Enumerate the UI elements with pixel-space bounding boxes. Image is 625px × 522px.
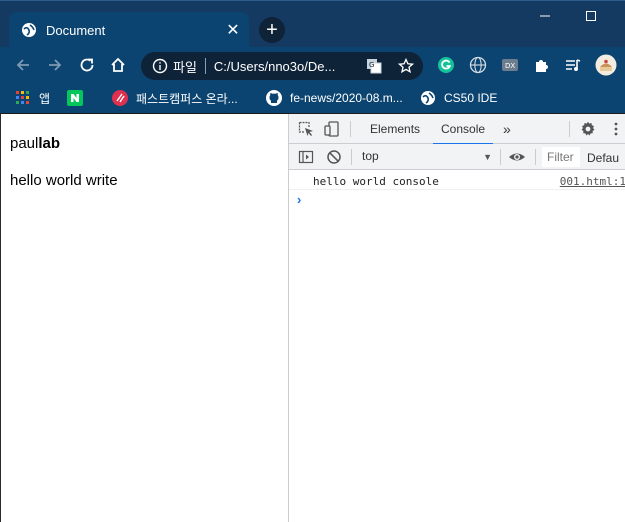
globe-icon (21, 22, 37, 38)
log-levels-dropdown[interactable]: Defau (587, 151, 619, 165)
reload-button[interactable] (75, 53, 99, 77)
live-expression-eye-icon[interactable] (508, 148, 526, 166)
page-text-bold: lab (38, 135, 61, 152)
back-button[interactable] (11, 53, 35, 77)
toolbar-separator (351, 149, 352, 165)
device-toolbar-icon[interactable] (323, 120, 341, 138)
page-written-text: hello world write (10, 172, 118, 189)
close-icon[interactable]: ✕ (223, 20, 243, 40)
address-url[interactable]: C:/Users/nno3o/De... (214, 59, 354, 74)
bookmark-naver[interactable] (67, 89, 91, 107)
title-bar-stripe (0, 0, 625, 1)
bookmark-fastcampus[interactable]: 패스트캠퍼스 온라... (112, 89, 238, 107)
console-prompt-caret[interactable]: › (297, 192, 301, 207)
forward-button[interactable] (43, 53, 67, 77)
fastcampus-icon (112, 90, 128, 106)
toolbar-separator (350, 121, 351, 137)
extension-globe-icon[interactable] (468, 55, 488, 75)
address-bar[interactable]: 파일 C:/Users/nno3o/De... G (141, 52, 423, 80)
toolbar-separator (500, 149, 501, 165)
maximize-button[interactable] (568, 6, 614, 26)
bookmark-cs50[interactable]: CS50 IDE (420, 89, 497, 107)
extensions-puzzle-icon[interactable] (532, 55, 552, 75)
profile-avatar-icon[interactable] (594, 53, 618, 77)
info-icon[interactable] (152, 58, 168, 74)
toolbar-separator (535, 149, 536, 165)
extension-grammarly-icon[interactable] (436, 55, 456, 75)
page-heading-text: paullab (10, 135, 60, 152)
console-source-link[interactable]: 001.html:1 (560, 175, 625, 188)
context-selector[interactable]: top ▼ (362, 149, 492, 165)
console-filter-input[interactable]: Filter (542, 147, 580, 167)
toolbar-separator (569, 121, 570, 137)
media-queue-icon[interactable] (563, 55, 583, 75)
devtools-panel: Elements Console » top ▼ Filter Defau he… (288, 114, 625, 522)
minimize-button[interactable] (522, 6, 568, 26)
page-text-normal: paul (10, 135, 39, 152)
context-value: top (362, 149, 379, 163)
console-message: hello world console (313, 175, 439, 188)
home-button[interactable] (106, 53, 130, 77)
bookmark-apps[interactable]: 앱 (15, 89, 50, 107)
console-toolbar: top ▼ Filter Defau (289, 144, 625, 170)
naver-icon (67, 90, 83, 106)
tab-elements[interactable]: Elements (370, 114, 420, 144)
bookmark-label: CS50 IDE (444, 91, 498, 105)
address-scheme-chip: 파일 (173, 59, 197, 75)
bookmarks-bar: 앱 패스트캠퍼스 온라... fe-news/2020-08.m... CS50… (0, 83, 625, 113)
bookmark-label: 앱 (39, 91, 51, 106)
bookmark-label: fe-news/2020-08.m... (290, 91, 403, 105)
svg-text:DX: DX (505, 62, 515, 70)
kebab-menu-icon[interactable] (607, 120, 625, 138)
address-divider (204, 58, 206, 74)
tab-console[interactable]: Console (432, 114, 494, 145)
bookmark-fe-news[interactable]: fe-news/2020-08.m... (266, 89, 403, 107)
bookmark-star-icon[interactable] (397, 57, 415, 75)
globe-icon (420, 90, 436, 106)
bookmark-label: 패스트캠퍼스 온라... (136, 91, 238, 106)
more-tabs-button[interactable]: » (503, 121, 511, 137)
settings-gear-icon[interactable] (579, 120, 597, 138)
clear-console-icon[interactable] (325, 148, 343, 166)
title-bar: Document ✕ + (0, 0, 625, 48)
svg-text:G: G (369, 61, 374, 69)
translate-icon[interactable]: G (366, 58, 382, 74)
browser-toolbar: 파일 C:/Users/nno3o/De... G DX (0, 47, 625, 83)
new-tab-button[interactable]: + (259, 17, 285, 43)
tab-document[interactable]: Document ✕ (9, 12, 249, 48)
extension-dx-icon[interactable]: DX (500, 55, 520, 75)
page-viewport: paullab hello world write (0, 114, 288, 522)
sidebar-toggle-icon[interactable] (297, 148, 315, 166)
console-log-row: hello world console 001.html:1 (289, 170, 625, 190)
apps-grid-icon (15, 90, 31, 106)
dropdown-arrow-icon: ▼ (483, 152, 492, 162)
inspect-element-icon[interactable] (297, 120, 315, 138)
tab-title: Document (46, 22, 106, 38)
devtools-tab-bar: Elements Console » (289, 114, 625, 145)
github-icon (266, 90, 282, 106)
